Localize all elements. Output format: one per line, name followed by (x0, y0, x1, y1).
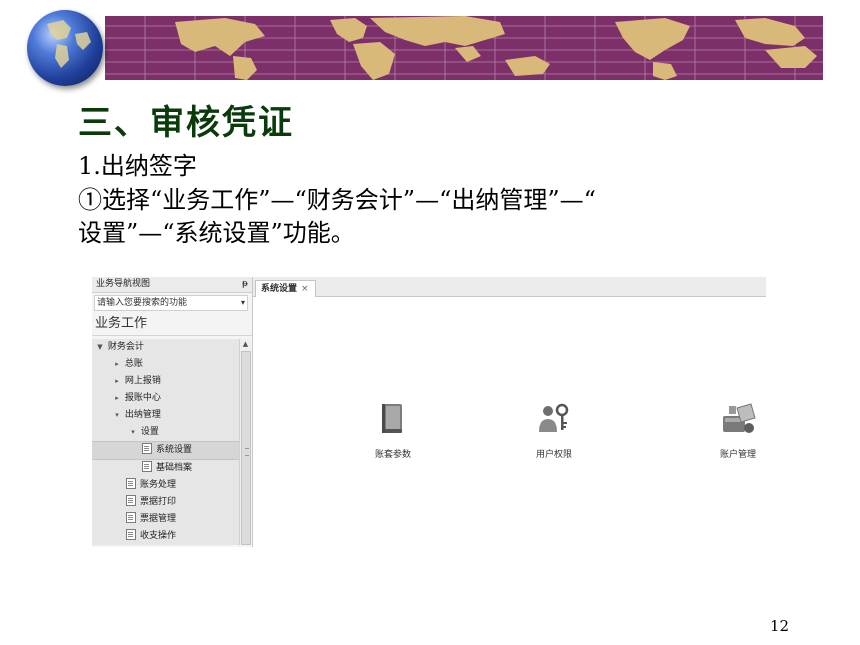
workspace: 系统设置 × 账套参数 用户权限 账户管理 (253, 277, 766, 547)
nav-tree: ▼ 财务会计 ▸ 总账 ▸ 网上报销 ▸ 报账中心 ▾ 出纳管理 ▾ 设置 系统… (92, 339, 239, 545)
chevron-down-icon[interactable]: ▾ (241, 296, 245, 310)
pin-icon[interactable]: ᵽ (242, 277, 248, 292)
document-icon (126, 478, 136, 489)
tree-scrollbar[interactable]: ▲ (239, 339, 251, 545)
tab-label: 系统设置 (261, 284, 298, 294)
collapse-arrow-icon[interactable]: ▾ (128, 424, 138, 441)
tree-item-label: 设置 (140, 427, 159, 437)
scrollbar-thumb[interactable] (241, 351, 251, 545)
nav-panel-header: 业务导航视图 ᵽ (92, 277, 252, 293)
world-map-graphic (105, 16, 823, 80)
account-icon (723, 403, 756, 433)
section-business-work[interactable]: 业务工作 (92, 313, 252, 336)
document-icon (126, 495, 136, 506)
tree-item-label: 出纳管理 (124, 410, 161, 420)
app-screenshot: 业务导航视图 ᵽ 请输入您要搜索的功能 ▾ 业务工作 ▼ 财务会计 ▸ 总账 ▸… (92, 277, 766, 547)
world-map-banner (105, 16, 823, 80)
step-heading: 1.出纳签字 (78, 152, 197, 180)
tree-item-label: 票据打印 (140, 497, 177, 507)
expand-arrow-icon[interactable]: ▼ (95, 339, 105, 356)
tree-item-label: 系统设置 (156, 445, 193, 455)
tree-item-settings[interactable]: ▾ 设置 (92, 424, 239, 441)
tree-item-cashier[interactable]: ▾ 出纳管理 (92, 407, 239, 424)
expand-arrow-icon[interactable]: ▸ (112, 356, 122, 373)
account-set-params-button[interactable]: 账套参数 (348, 402, 438, 460)
expand-arrow-icon[interactable]: ▸ (112, 373, 122, 390)
scroll-up-icon[interactable]: ▲ (240, 339, 251, 350)
account-management-button[interactable]: 账户管理 (693, 402, 783, 460)
document-icon (126, 512, 136, 523)
tree-item-reimburse-center[interactable]: ▸ 报账中心 (92, 390, 239, 407)
nav-panel-title: 业务导航视图 (96, 279, 151, 289)
document-icon (142, 461, 152, 472)
search-placeholder: 请输入您要搜索的功能 (97, 298, 188, 308)
business-nav-panel: 业务导航视图 ᵽ 请输入您要搜索的功能 ▾ 业务工作 ▼ 财务会计 ▸ 总账 ▸… (92, 277, 253, 547)
tool-label: 账套参数 (374, 450, 411, 460)
globe-icon (27, 10, 103, 86)
book-icon (382, 404, 402, 433)
tree-item-bill-management[interactable]: 票据管理 (92, 511, 239, 528)
user-key-icon (539, 403, 569, 432)
user-permissions-button[interactable]: 用户权限 (509, 402, 599, 460)
tree-item-label: 账务处理 (140, 480, 177, 490)
tree-item-bill-print[interactable]: 票据打印 (92, 494, 239, 511)
tool-label: 用户权限 (535, 450, 572, 460)
instruction-line-1: ①选择“业务工作”—“财务会计”—“出纳管理”—“ (78, 186, 596, 214)
tree-item-label: 总账 (124, 359, 143, 369)
tree-item-label: 收支操作 (140, 531, 177, 541)
tree-item-online-reimburse[interactable]: ▸ 网上报销 (92, 373, 239, 390)
instruction-line-2: 设置”—“系统设置”功能。 (78, 219, 355, 247)
grip-icon (245, 448, 249, 456)
function-search-box[interactable]: 请输入您要搜索的功能 ▾ (94, 295, 248, 311)
close-icon[interactable]: × (301, 284, 309, 294)
tab-strip: 系统设置 × (253, 277, 766, 297)
document-icon (126, 529, 136, 540)
tool-label: 账户管理 (719, 450, 756, 460)
expand-arrow-icon[interactable]: ▸ (112, 390, 122, 407)
tree-item-label: 网上报销 (124, 376, 161, 386)
tree-item-finance[interactable]: ▼ 财务会计 (92, 339, 239, 356)
document-icon (142, 443, 152, 454)
tree-item-label: 基础档案 (156, 463, 193, 473)
tree-item-account-processing[interactable]: 账务处理 (92, 477, 239, 494)
tree-item-label: 财务会计 (107, 342, 144, 352)
tree-item-ledger[interactable]: ▸ 总账 (92, 356, 239, 373)
tree-item-label: 报账中心 (124, 393, 161, 403)
tree-item-income-expense[interactable]: 收支操作 (92, 528, 239, 545)
tree-item-system-settings[interactable]: 系统设置 (92, 441, 239, 460)
page-number: 12 (770, 617, 790, 635)
tree-item-label: 票据管理 (140, 514, 177, 524)
collapse-arrow-icon[interactable]: ▾ (112, 407, 122, 424)
slide-title: 三、审核凭证 (78, 103, 294, 143)
tree-item-basic-archive[interactable]: 基础档案 (92, 460, 239, 477)
tab-system-settings[interactable]: 系统设置 × (255, 280, 316, 297)
